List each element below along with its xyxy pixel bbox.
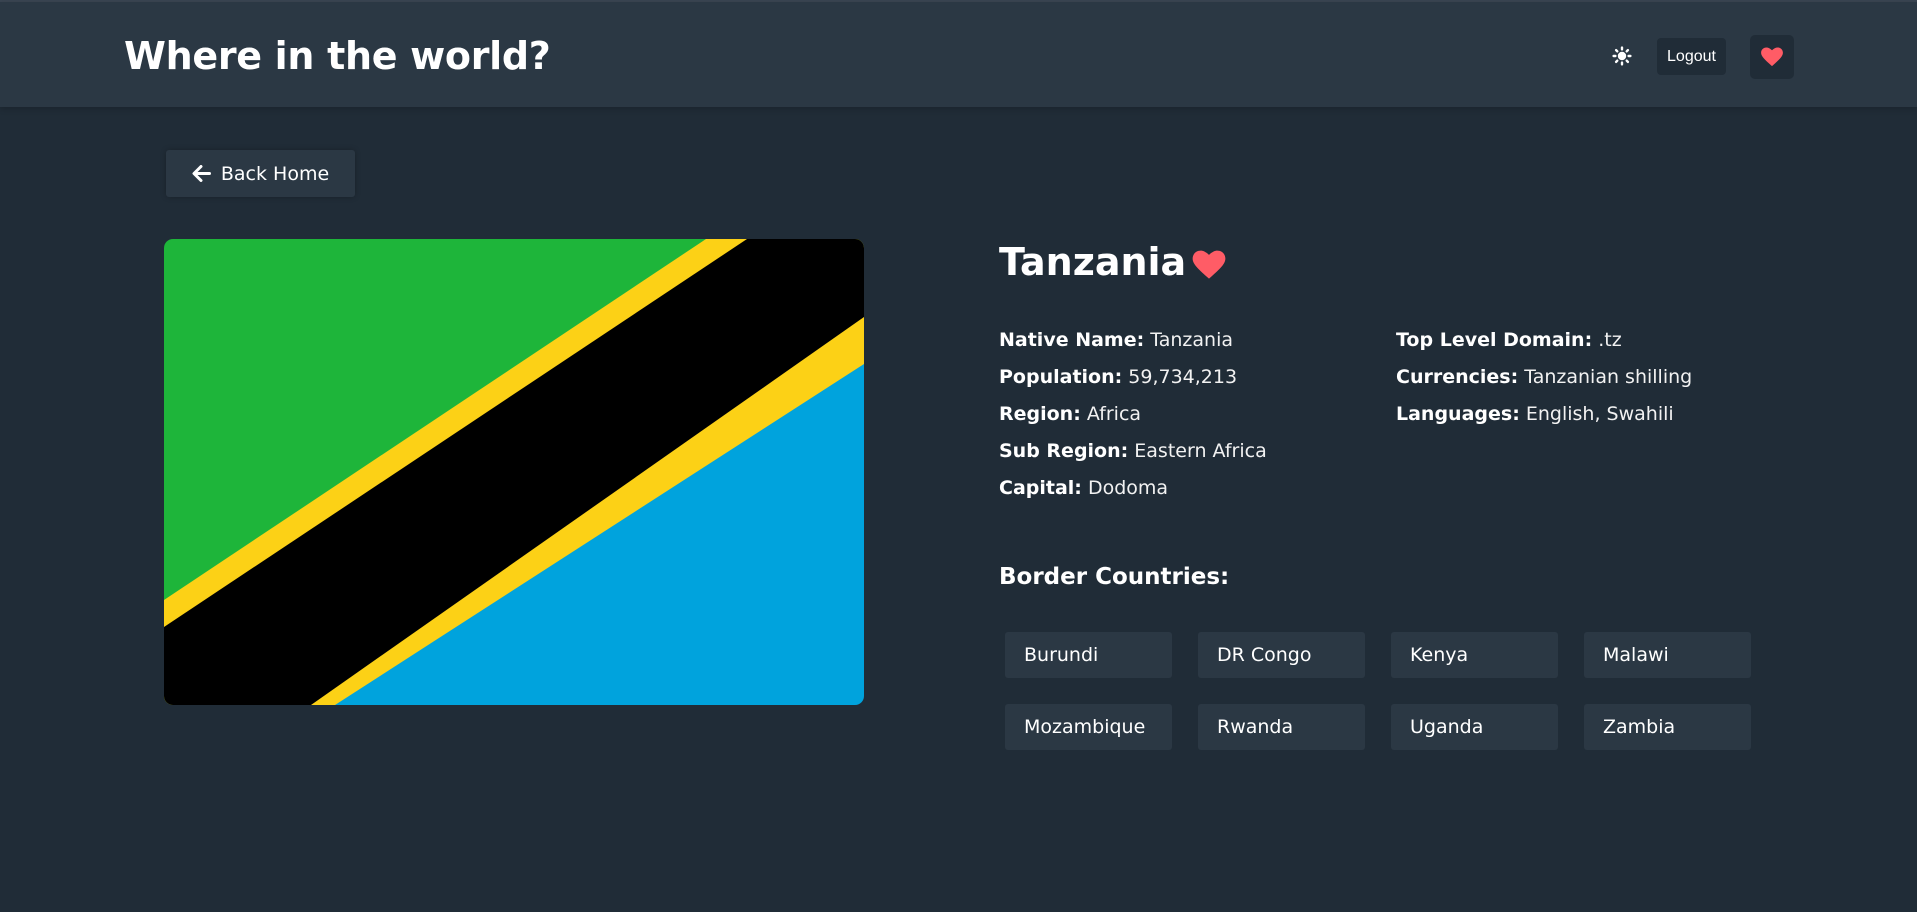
detail-label: Currencies:	[1396, 366, 1519, 388]
border-country-mozambique[interactable]: Mozambique	[1005, 704, 1172, 750]
detail-value: English, Swahili	[1525, 403, 1674, 425]
detail-value: Tanzanian shilling	[1524, 366, 1693, 388]
sub-region-row: Sub Region: Eastern Africa	[999, 433, 1267, 470]
border-country-uganda[interactable]: Uganda	[1391, 704, 1558, 750]
languages-row: Languages: English, Swahili	[1396, 396, 1692, 433]
detail-label: Languages:	[1396, 403, 1520, 425]
detail-value: .tz	[1598, 329, 1622, 351]
border-countries-list: Burundi DR Congo Kenya Malawi Mozambique…	[1005, 632, 1751, 750]
detail-value: 59,734,213	[1128, 366, 1238, 388]
detail-label: Native Name:	[999, 329, 1145, 351]
country-name: Tanzania	[999, 240, 1187, 284]
detail-label: Top Level Domain:	[1396, 329, 1593, 351]
heart-icon	[1761, 47, 1783, 67]
population-row: Population: 59,734,213	[999, 359, 1267, 396]
detail-label: Sub Region:	[999, 440, 1129, 462]
arrow-left-icon	[192, 165, 211, 182]
detail-value: Africa	[1086, 403, 1142, 425]
back-home-label: Back Home	[220, 162, 330, 185]
border-country-dr-congo[interactable]: DR Congo	[1198, 632, 1365, 678]
country-details-left: Native Name: Tanzania Population: 59,734…	[999, 322, 1267, 507]
border-country-burundi[interactable]: Burundi	[1005, 632, 1172, 678]
border-country-kenya[interactable]: Kenya	[1391, 632, 1558, 678]
capital-row: Capital: Dodoma	[999, 470, 1267, 507]
theme-toggle-button[interactable]	[1610, 44, 1634, 68]
detail-label: Region:	[999, 403, 1081, 425]
detail-value: Eastern Africa	[1134, 440, 1267, 462]
sun-icon	[1612, 46, 1632, 66]
favorite-toggle[interactable]	[1192, 250, 1226, 280]
detail-value: Tanzania	[1150, 329, 1233, 351]
app-header: Where in the world? Logout	[0, 2, 1917, 107]
top-level-domain-row: Top Level Domain: .tz	[1396, 322, 1692, 359]
app-title: Where in the world?	[124, 34, 551, 78]
detail-value: Dodoma	[1087, 477, 1169, 499]
country-details-right: Top Level Domain: .tz Currencies: Tanzan…	[1396, 322, 1692, 433]
detail-label: Capital:	[999, 477, 1082, 499]
region-row: Region: Africa	[999, 396, 1267, 433]
detail-label: Population:	[999, 366, 1123, 388]
currencies-row: Currencies: Tanzanian shilling	[1396, 359, 1692, 396]
country-flag	[164, 239, 864, 705]
border-country-zambia[interactable]: Zambia	[1584, 704, 1751, 750]
heart-icon	[1192, 250, 1226, 279]
border-countries-title: Border Countries:	[999, 564, 1230, 590]
border-country-rwanda[interactable]: Rwanda	[1198, 704, 1365, 750]
border-country-malawi[interactable]: Malawi	[1584, 632, 1751, 678]
back-home-button[interactable]: Back Home	[166, 150, 355, 197]
favorites-button[interactable]	[1750, 35, 1794, 79]
native-name-row: Native Name: Tanzania	[999, 322, 1267, 359]
logout-button[interactable]: Logout	[1657, 38, 1726, 75]
